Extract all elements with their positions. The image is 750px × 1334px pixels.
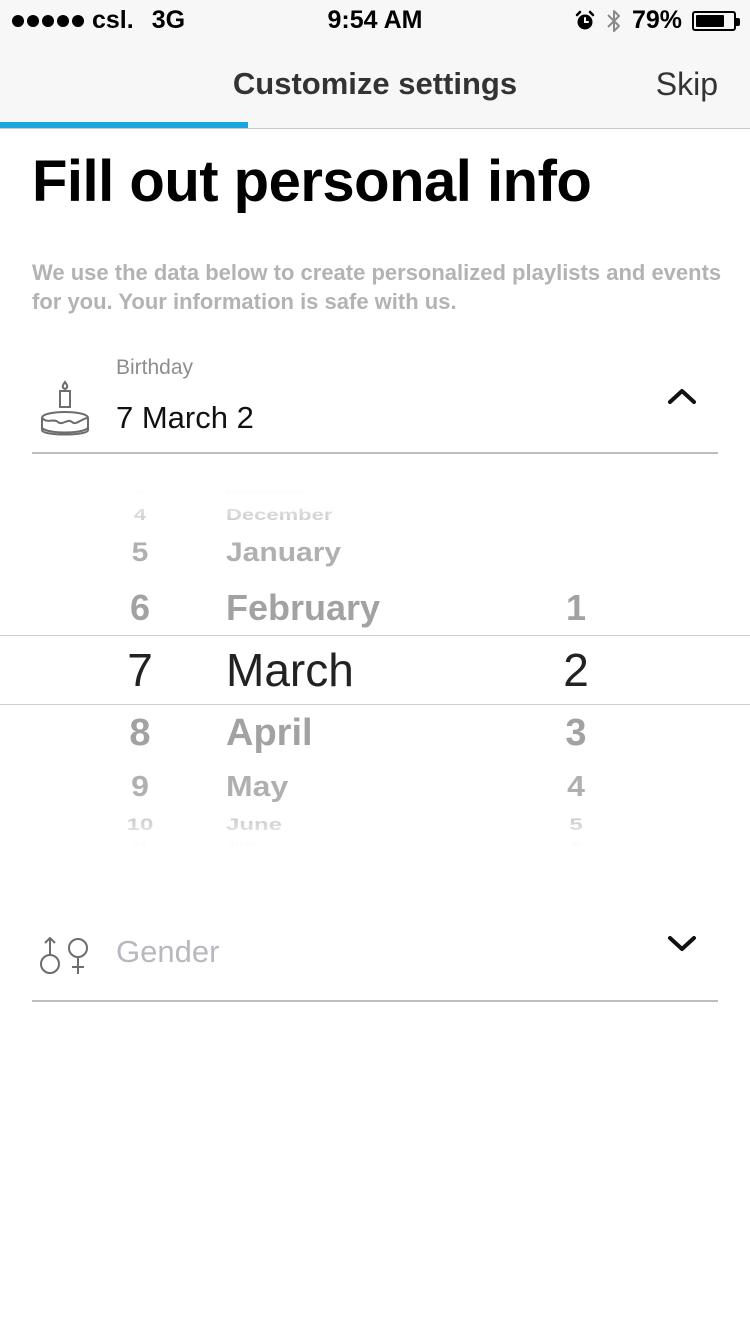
picker-day[interactable]: 8 xyxy=(129,714,150,752)
progress-bar xyxy=(0,122,750,128)
picker-year-selected[interactable]: 2 xyxy=(563,647,589,693)
alarm-icon xyxy=(575,10,595,29)
picker-fade-bottom xyxy=(0,814,750,848)
gender-placeholder: Gender xyxy=(116,934,220,969)
battery-percent: 79% xyxy=(631,6,682,34)
birthday-value: 7 March 2 xyxy=(116,400,254,435)
picker-fade-top xyxy=(0,488,750,528)
picker-day[interactable]: 6 xyxy=(130,590,150,626)
gender-field[interactable]: Gender xyxy=(32,908,718,1002)
birthday-label: Birthday xyxy=(116,356,194,379)
picker-month[interactable]: April xyxy=(226,714,313,752)
navigation-bar: Customize settings Skip xyxy=(0,40,750,129)
progress-fill xyxy=(0,122,248,128)
status-bar: csl. 3G 9:54 AM 79% xyxy=(0,0,750,40)
date-picker[interactable]: 34567891011NovemberDecemberJanuaryFebrua… xyxy=(0,488,750,848)
picker-year[interactable]: 3 xyxy=(565,714,586,752)
birthday-field[interactable]: Birthday 7 March 2 xyxy=(32,348,718,454)
picker-year[interactable]: 1 xyxy=(566,590,586,626)
picker-day-selected[interactable]: 7 xyxy=(127,647,153,693)
gender-icon xyxy=(40,937,88,974)
picker-day[interactable]: 5 xyxy=(132,539,149,567)
picker-month[interactable]: February xyxy=(226,590,380,626)
picker-selection-top-line xyxy=(0,635,750,636)
nav-title: Customize settings xyxy=(232,66,518,101)
bluetooth-icon xyxy=(607,9,620,32)
picker-selection-bottom-line xyxy=(0,704,750,705)
battery-icon xyxy=(692,10,740,31)
chevron-down-icon[interactable] xyxy=(666,934,698,954)
cake-icon xyxy=(41,380,89,436)
chevron-up-icon[interactable] xyxy=(666,386,698,406)
picker-month-selected[interactable]: March xyxy=(226,647,354,693)
page-title: Fill out personal info xyxy=(32,149,592,214)
skip-button[interactable]: Skip xyxy=(656,66,718,103)
picker-year[interactable]: 4 xyxy=(567,772,585,801)
picker-month[interactable]: January xyxy=(226,539,341,567)
picker-day[interactable]: 9 xyxy=(131,772,149,801)
picker-month[interactable]: May xyxy=(226,772,288,801)
page-description: We use the data below to create personal… xyxy=(32,260,722,314)
